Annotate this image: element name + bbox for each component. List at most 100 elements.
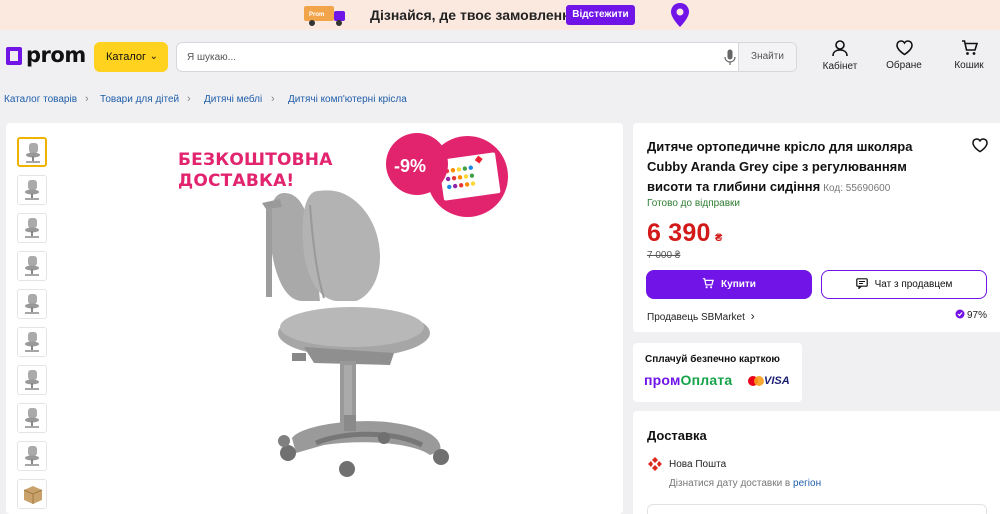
chevron-right-icon: › [271,93,275,105]
catalog-button[interactable]: Каталог ⌄ [94,42,168,72]
color-dot [450,168,456,173]
cart-icon [702,277,715,289]
product-info-card: Дитяче ортопедичне крісло для школяра Cu… [633,123,1000,332]
rating-value: 97% [967,310,988,321]
chair-thumbnail-icon [25,370,39,390]
brand-suffix: Оплата [680,372,733,388]
delivery-card: Доставка Нова Пошта Дізнатися дату доста… [633,411,1000,514]
delivery-option-box[interactable] [647,504,987,514]
chair-thumbnail-icon [25,256,39,276]
search-button[interactable]: Знайти [738,43,796,71]
color-dot [451,175,457,181]
thumbnail[interactable] [17,175,47,205]
track-order-button[interactable]: Відстежити [566,5,635,25]
buy-label: Купити [721,279,756,290]
color-dot [469,173,475,178]
search-bar: Знайти [176,42,797,72]
rating-badge-icon [955,309,965,319]
favorites-label: Обране [886,60,922,71]
chair-thumbnail-icon [25,408,39,428]
breadcrumb-item[interactable]: Каталог товарів [4,94,77,105]
region-link[interactable]: регіон [793,478,821,489]
product-chair-image[interactable] [244,183,484,483]
delivery-truck-icon: Prom [304,6,345,26]
payment-title: Сплачуй безпечно карткою [645,354,780,365]
thumbnail[interactable] [17,251,47,281]
thumbnail[interactable] [17,365,47,395]
payment-card: Сплачуй безпечно карткою промОплата VISA [633,343,802,402]
buy-button[interactable]: Купити [646,270,812,299]
chat-with-seller-button[interactable]: Чат з продавцем [821,270,987,299]
thumbnail[interactable] [17,289,47,319]
seller-link[interactable]: Продавець SBMarket › [647,309,755,323]
breadcrumb-item[interactable]: Дитячі комп'ютерні крісла [288,94,407,105]
product-price: 6 390 [647,219,711,247]
discount-text: -9% [394,156,427,176]
prom-oplata-logo: промОплата [644,372,732,388]
heart-icon[interactable] [972,138,988,153]
logo-mark-icon [6,47,22,65]
delivery-date-hint: Дізнатися дату доставки в регіон [669,478,821,489]
search-input[interactable] [187,49,707,65]
chair-thumbnail-icon [25,332,39,352]
color-dot [457,175,463,180]
chair-thumbnail-icon [25,218,39,238]
promo-text: Дізнайся, де твоє замовлення [370,7,579,23]
color-dot [462,166,468,171]
chevron-right-icon: › [187,93,191,105]
thumbnail[interactable] [17,327,47,357]
logo-text: prom [26,43,86,67]
availability-status: Готово до відправки [647,198,741,209]
color-dot [463,174,469,179]
color-dot [468,165,473,170]
location-pin-icon [671,3,689,27]
site-header: prom Каталог ⌄ Знайти Кабінет Обране К [0,30,1000,84]
thumbnail[interactable] [17,403,47,433]
microphone-icon[interactable] [724,49,736,66]
product-title: Дитяче ортопедичне крісло для школяра Cu… [647,137,952,199]
delivery-date-text: Дізнатися дату доставки в [669,478,791,489]
brand-prefix: пром [644,372,681,388]
old-price: 7 000 ₴ [647,250,681,261]
chevron-right-icon: › [85,93,89,105]
visa-logo: VISA [764,375,790,387]
product-gallery: БЕЗКОШТОВНА ДОСТАВКА! -9% [6,123,623,514]
cart-label: Кошик [954,60,984,71]
banner-line: БЕЗКОШТОВНА [178,150,333,170]
breadcrumb-item[interactable]: Товари для дітей [100,94,179,105]
product-code: Код: 55690600 [823,183,891,194]
chat-label: Чат з продавцем [874,279,953,290]
carrier-name: Нова Пошта [669,459,727,470]
nova-poshta-icon [648,457,662,471]
price-currency: ₴ [715,232,723,244]
chair-thumbnail-icon [25,180,39,200]
box-icon [23,486,43,504]
color-dot [445,176,451,182]
breadcrumb-item[interactable]: Дитячі меблі [204,94,262,105]
chair-thumbnail-icon [25,446,39,466]
chat-icon [855,278,868,289]
color-dot [456,167,462,172]
promo-banner[interactable]: Prom Дізнайся, де твоє замовлення Відсте… [0,0,1000,30]
chevron-right-icon: › [750,309,755,323]
cart-icon [961,40,978,55]
thumbnail[interactable] [17,213,47,243]
account-label: Кабінет [822,61,858,72]
catalog-label: Каталог [106,51,146,63]
thumbnail[interactable] [17,479,47,509]
chair-thumbnail-icon [26,143,40,163]
thumbnail[interactable] [17,137,47,167]
user-icon [832,40,848,57]
favorites-button[interactable]: Обране [879,40,929,71]
seller-rating[interactable]: 97% [955,309,987,321]
delivery-title: Доставка [647,428,707,443]
svg-text:Prom: Prom [309,12,324,18]
account-button[interactable]: Кабінет [815,40,865,72]
chair-thumbnail-icon [25,294,39,314]
cart-button[interactable]: Кошик [944,40,994,71]
seller-name: Продавець SBMarket [647,312,745,323]
mastercard-icon [748,376,764,386]
heart-icon [895,40,913,56]
thumbnail[interactable] [17,441,47,471]
chevron-down-icon: ⌄ [149,51,158,62]
